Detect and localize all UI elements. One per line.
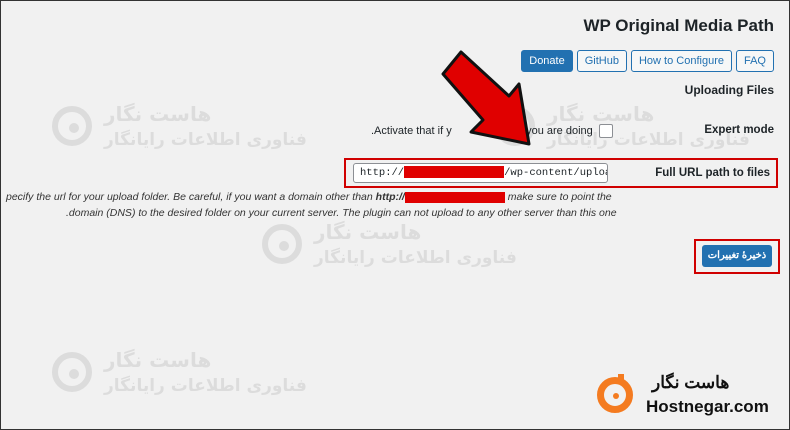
watermark-line2: فناوری اطلاعات رایانگار	[104, 376, 307, 396]
expert-mode-label: Expert mode	[704, 124, 774, 136]
help-text-part-a: pecify the url for your upload folder. B…	[6, 191, 376, 203]
watermark-logo-icon	[262, 224, 302, 264]
redaction-block	[404, 191, 505, 203]
watermark-logo-icon	[52, 106, 92, 146]
github-button[interactable]: GitHub	[576, 50, 627, 72]
hostnegar-logo-icon	[597, 374, 633, 413]
header-button-group: Donate GitHub How to Configure FAQ	[521, 50, 774, 72]
help-text-line2: .domain (DNS) to the desired folder on y…	[66, 207, 617, 219]
help-text-part-c: make sure to point the	[504, 191, 612, 203]
url-suffix: /wp-content/uploads	[504, 167, 607, 179]
watermark-line2: فناوری اطلاعات رایانگار	[104, 130, 307, 150]
help-text-url-prefix: http://	[375, 191, 405, 203]
brand-logo: هاست نگار Hostnegar.com	[597, 373, 782, 421]
redaction-block	[404, 166, 505, 179]
how-to-configure-button[interactable]: How to Configure	[630, 50, 732, 72]
watermark-line1: هاست نگار	[314, 220, 422, 244]
annotation-arrow-icon	[441, 50, 531, 146]
section-heading: Uploading Files	[684, 83, 774, 97]
watermark-logo-icon	[52, 352, 92, 392]
watermark-line1: هاست نگار	[104, 348, 212, 372]
faq-button[interactable]: FAQ	[735, 50, 774, 72]
brand-name-fa: هاست نگار	[652, 373, 730, 392]
watermark-line2: فناوری اطلاعات رایانگار	[314, 248, 517, 268]
brand-name-en: Hostnegar.com	[646, 397, 769, 416]
upload-url-input[interactable]: http:// /wp-content/uploads	[353, 163, 608, 183]
page-title: WP Original Media Path	[583, 16, 775, 35]
help-text-line1: pecify the url for your upload folder. B…	[6, 191, 612, 203]
watermark-line1: هاست نگار	[547, 102, 655, 126]
watermark-line1: هاست نگار	[104, 102, 212, 126]
expert-mode-checkbox[interactable]	[599, 124, 613, 138]
url-prefix: http://	[360, 167, 405, 179]
url-field-label: Full URL path to files	[655, 167, 770, 179]
save-changes-button[interactable]: ذخیرهٔ تغییرات	[702, 245, 772, 267]
